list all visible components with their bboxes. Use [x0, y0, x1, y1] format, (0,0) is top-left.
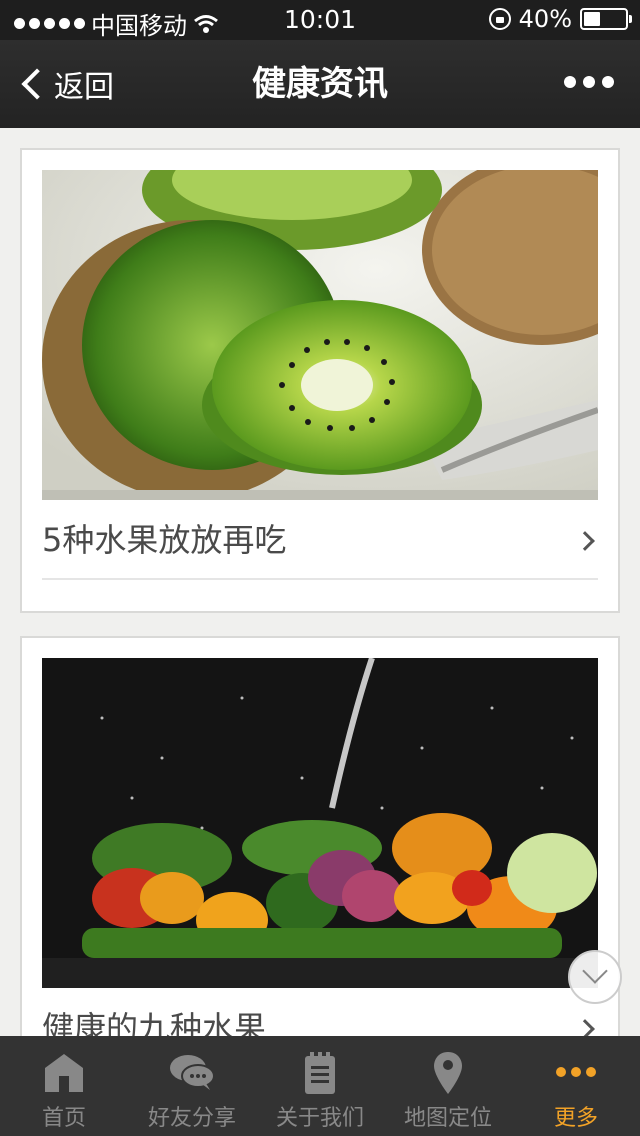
- tab-label: 地图定位: [403, 1106, 492, 1131]
- home-icon: [45, 1054, 83, 1092]
- tab-about[interactable]: 关于我们: [256, 1036, 384, 1136]
- tab-map[interactable]: 地图定位: [384, 1036, 512, 1136]
- status-bar: 中国移动 10:01 40%: [0, 0, 640, 40]
- more-dots-icon: [556, 1067, 596, 1077]
- tab-bar: 首页 好友分享 关于我们 地图定位 更多: [0, 1036, 640, 1136]
- tab-label: 关于我们: [275, 1106, 364, 1131]
- article-card[interactable]: 5种水果放放再吃: [20, 148, 620, 613]
- article-image-kiwi: [42, 170, 598, 500]
- battery-percent: 40%: [518, 5, 572, 33]
- more-options-button[interactable]: [564, 76, 614, 88]
- tab-label: 好友分享: [147, 1106, 236, 1131]
- battery-fill: [584, 12, 600, 26]
- tab-label: 首页: [41, 1106, 86, 1131]
- article-list: 5种水果放放再吃 健康的九种水果: [0, 128, 640, 1036]
- scroll-down-button[interactable]: [568, 950, 622, 1004]
- page-title: 健康资讯: [252, 64, 388, 104]
- map-pin-icon: [434, 1052, 462, 1094]
- dot: [602, 76, 614, 88]
- tab-share[interactable]: 好友分享: [128, 1036, 256, 1136]
- tab-label: 更多: [553, 1106, 598, 1131]
- dot: [583, 76, 595, 88]
- navigation-bar: 返回 健康资讯: [0, 40, 640, 128]
- status-right: 40%: [488, 5, 632, 33]
- battery-icon: [580, 8, 632, 30]
- article-title: 健康的九种水果: [42, 988, 598, 1036]
- tab-more[interactable]: 更多: [512, 1036, 640, 1136]
- article-card[interactable]: 健康的九种水果: [20, 636, 620, 1036]
- article-title: 5种水果放放再吃: [42, 500, 598, 580]
- tab-home[interactable]: 首页: [0, 1036, 128, 1136]
- rotation-lock-icon: [488, 8, 511, 30]
- chat-bubbles-icon: [170, 1055, 215, 1090]
- notepad-icon: [305, 1052, 335, 1094]
- article-image-vegetables: [42, 658, 598, 988]
- dot: [564, 76, 576, 88]
